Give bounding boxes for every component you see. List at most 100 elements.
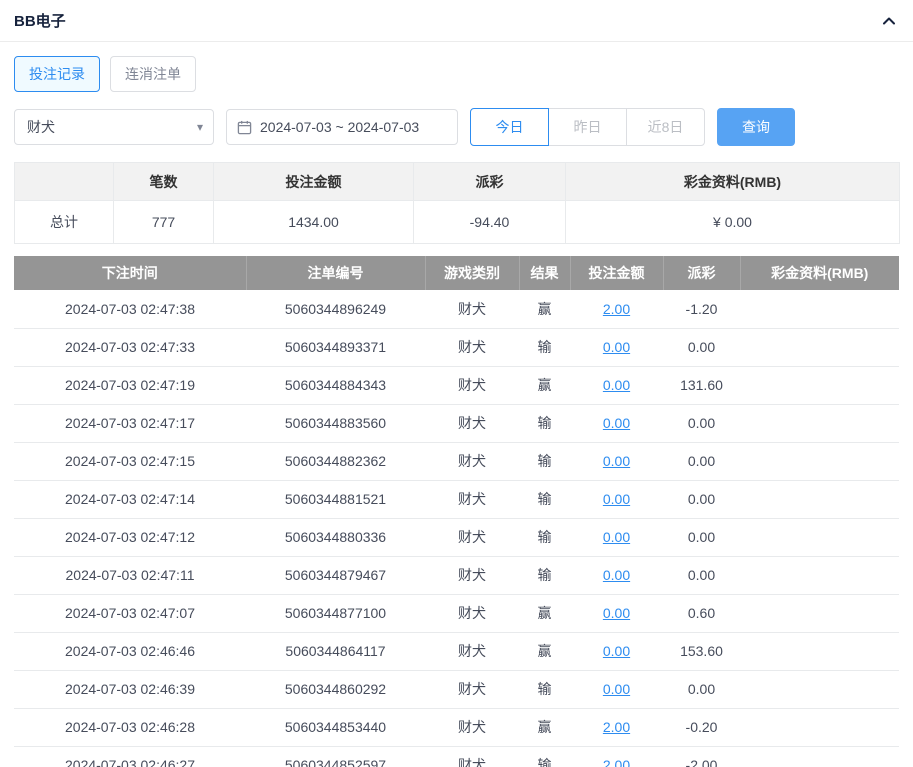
table-row: 2024-07-03 02:47:11 5060344879467 财犬输 0.00 0… [14, 556, 899, 595]
bet-id: 5060344877100 [246, 594, 425, 633]
summary-header-row: 笔数 投注金额 派彩 彩金资料(RMB) [14, 162, 900, 201]
bet-amount-link[interactable]: 0.00 [603, 643, 630, 659]
payout: 0.00 [663, 480, 740, 519]
payout: 0.00 [663, 328, 740, 367]
game-type: 财犬 [425, 480, 519, 519]
quick-yesterday-button[interactable]: 昨日 [548, 108, 627, 146]
summary-table: 笔数 投注金额 派彩 彩金资料(RMB) 总计 777 1434.00 -94.… [14, 162, 900, 244]
bet-id: 5060344880336 [246, 518, 425, 557]
table-row: 2024-07-03 02:47:19 5060344884343 财犬赢 0.00 1… [14, 366, 899, 405]
payout: -2.00 [663, 746, 740, 767]
bet-time: 2024-07-03 02:46:39 [14, 670, 246, 709]
table-row: 2024-07-03 02:46:28 5060344853440 财犬赢 2.00 -… [14, 708, 899, 747]
bet-time: 2024-07-03 02:46:27 [14, 746, 246, 767]
bet-table-body: 2024-07-03 02:47:38 5060344896249 财犬赢 2.00-… [14, 290, 899, 767]
bet-amount-link[interactable]: 0.00 [603, 415, 630, 431]
bet-time: 2024-07-03 02:47:12 [14, 518, 246, 557]
table-row: 2024-07-03 02:47:38 5060344896249 财犬赢 2.00 -… [14, 290, 899, 329]
bonus [740, 670, 899, 709]
quick-8days-button[interactable]: 近8日 [626, 108, 705, 146]
bet-time: 2024-07-03 02:46:28 [14, 708, 246, 747]
bet-id: 5060344852597 [246, 746, 425, 767]
bet-amount-link[interactable]: 0.00 [603, 491, 630, 507]
bet-amount-link[interactable]: 2.00 [603, 301, 630, 317]
bonus [740, 632, 899, 671]
game-type: 财犬 [425, 670, 519, 709]
bet-amount-link[interactable]: 0.00 [603, 339, 630, 355]
result: 赢 [519, 708, 570, 747]
bet-amount-link[interactable]: 2.00 [603, 757, 630, 767]
panel-header: BB电子 [0, 0, 913, 42]
result: 赢 [519, 366, 570, 405]
bonus [740, 480, 899, 519]
bet-amount-link[interactable]: 0.00 [603, 681, 630, 697]
bet-amount-link[interactable]: 0.00 [603, 529, 630, 545]
payout: 131.60 [663, 366, 740, 405]
bet-table-header-3: 结果 [519, 256, 571, 290]
bonus [740, 518, 899, 557]
bet-table-header-row: 下注时间 注单编号 游戏类别 结果 投注金额 派彩 彩金资料(RMB) [14, 256, 899, 290]
bet-amount-cell: 2.00 [570, 290, 663, 329]
table-row: 2024-07-03 02:47:15 5060344882362 财犬输 0.00 0… [14, 442, 899, 481]
panel-title: BB电子 [14, 13, 66, 30]
bet-amount-link[interactable]: 0.00 [603, 567, 630, 583]
table-row: 2024-07-03 02:47:17 5060344883560 财犬输 0.00 0… [14, 404, 899, 443]
tab-bet-records[interactable]: 投注记录 [14, 56, 100, 92]
payout: 0.00 [663, 670, 740, 709]
summary-header-count: 笔数 [113, 162, 214, 201]
bet-amount-link[interactable]: 0.00 [603, 377, 630, 393]
bet-amount-cell: 0.00 [570, 442, 663, 481]
bonus [740, 366, 899, 405]
summary-total-count: 777 [113, 200, 214, 244]
result: 输 [519, 404, 570, 443]
bet-table-header-0: 下注时间 [14, 256, 247, 290]
payout: 0.00 [663, 518, 740, 557]
game-type: 财犬 [425, 746, 519, 767]
bet-amount-link[interactable]: 2.00 [603, 719, 630, 735]
quick-date-group: 今日 昨日 近8日 [470, 108, 705, 146]
calendar-icon [237, 120, 252, 135]
result: 输 [519, 518, 570, 557]
bonus [740, 708, 899, 747]
bet-amount-cell: 0.00 [570, 328, 663, 367]
bet-amount-link[interactable]: 0.00 [603, 605, 630, 621]
result: 输 [519, 442, 570, 481]
search-button[interactable]: 查询 [717, 108, 795, 146]
game-type: 财犬 [425, 556, 519, 595]
game-type: 财犬 [425, 328, 519, 367]
bet-table-header-1: 注单编号 [246, 256, 426, 290]
game-type: 财犬 [425, 442, 519, 481]
summary-header-bet-amount: 投注金额 [213, 162, 414, 201]
bet-id: 5060344881521 [246, 480, 425, 519]
bet-id: 5060344853440 [246, 708, 425, 747]
game-select[interactable]: 财犬 ▾ [14, 109, 214, 145]
bet-amount-cell: 0.00 [570, 518, 663, 557]
bet-time: 2024-07-03 02:47:17 [14, 404, 246, 443]
bonus [740, 290, 899, 329]
payout: 153.60 [663, 632, 740, 671]
table-row: 2024-07-03 02:47:14 5060344881521 财犬输 0.00 0… [14, 480, 899, 519]
bet-id: 5060344883560 [246, 404, 425, 443]
game-select-value: 财犬 [27, 119, 55, 135]
bet-table-header-6: 彩金资料(RMB) [740, 256, 899, 290]
table-row: 2024-07-03 02:47:07 5060344877100 财犬赢 0.00 0… [14, 594, 899, 633]
tab-cancelled-bets[interactable]: 连消注单 [110, 56, 196, 92]
bonus [740, 556, 899, 595]
summary-header-bonus: 彩金资料(RMB) [565, 162, 900, 201]
bet-table-header-5: 派彩 [663, 256, 741, 290]
date-range-input[interactable]: 2024-07-03 ~ 2024-07-03 [226, 109, 458, 145]
payout: 0.00 [663, 442, 740, 481]
bet-amount-link[interactable]: 0.00 [603, 453, 630, 469]
date-range-value: 2024-07-03 ~ 2024-07-03 [260, 119, 420, 135]
table-row: 2024-07-03 02:47:12 5060344880336 财犬输 0.00 0… [14, 518, 899, 557]
bonus [740, 442, 899, 481]
quick-today-button[interactable]: 今日 [470, 108, 549, 146]
bet-amount-cell: 2.00 [570, 708, 663, 747]
payout: 0.60 [663, 594, 740, 633]
bet-time: 2024-07-03 02:47:14 [14, 480, 246, 519]
bet-amount-cell: 0.00 [570, 366, 663, 405]
bet-table-header-4: 投注金额 [570, 256, 664, 290]
collapse-icon[interactable] [881, 13, 897, 29]
bet-id: 5060344864117 [246, 632, 425, 671]
game-type: 财犬 [425, 632, 519, 671]
